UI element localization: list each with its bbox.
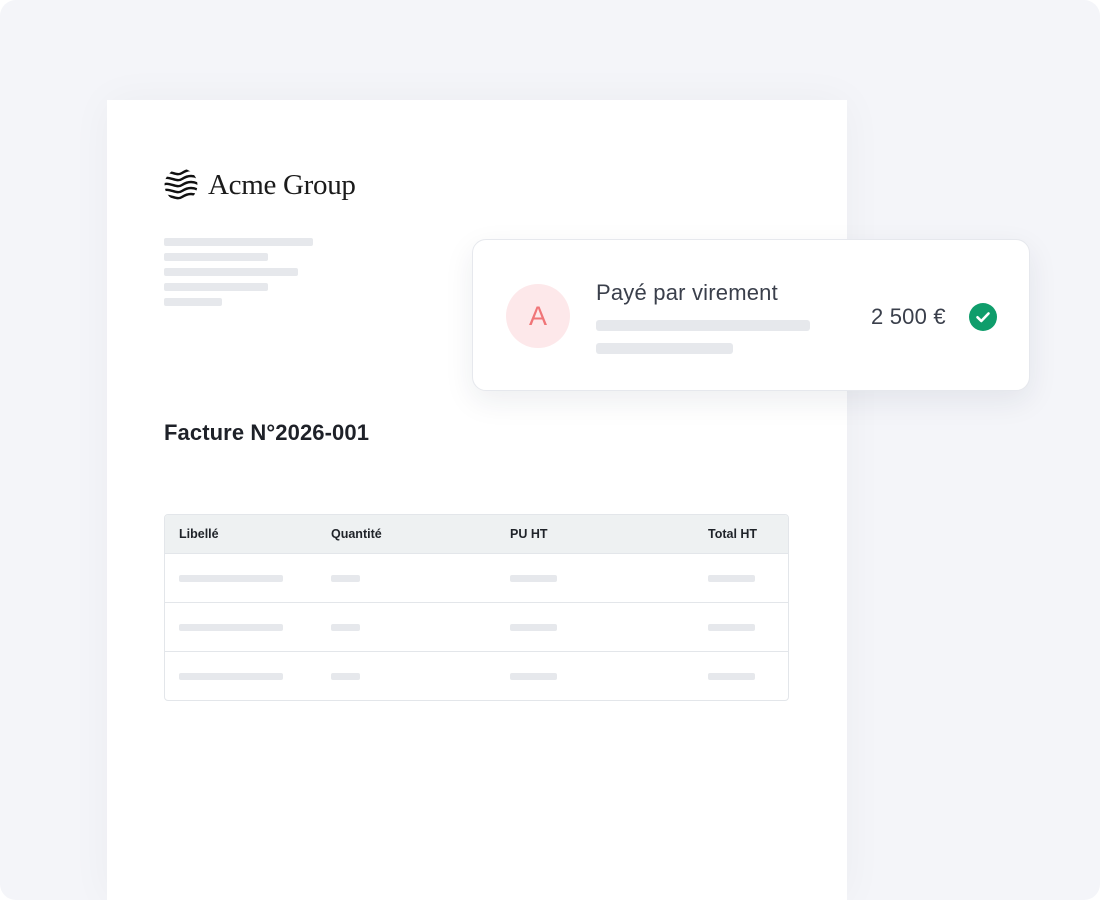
payment-method-label: Payé par virement xyxy=(596,280,778,305)
wave-stripes-icon xyxy=(164,168,198,200)
cell-placeholder xyxy=(510,624,557,631)
cell-placeholder xyxy=(708,624,755,631)
address-line xyxy=(164,283,268,291)
cell-placeholder xyxy=(179,575,283,582)
column-header-unit-price: PU HT xyxy=(510,527,548,541)
column-header-total: Total HT xyxy=(708,527,758,541)
cell-placeholder xyxy=(179,673,283,680)
avatar: A xyxy=(506,284,570,348)
cell-placeholder xyxy=(708,575,755,582)
invoice-title: Facture N°2026-001 xyxy=(164,420,370,445)
invoice-document: Acme Group Facture N°2026-001 Libellé Qu… xyxy=(107,100,847,900)
address-line xyxy=(164,268,298,276)
check-circle-icon xyxy=(969,303,997,331)
cell-placeholder xyxy=(179,624,283,631)
cell-placeholder xyxy=(331,575,360,582)
stage-background: Acme Group Facture N°2026-001 Libellé Qu… xyxy=(0,0,1100,900)
invoice-table: Libellé Quantité PU HT Total HT xyxy=(164,514,789,701)
payment-detail-placeholder xyxy=(596,320,810,331)
cell-placeholder xyxy=(708,673,755,680)
cell-placeholder xyxy=(510,673,557,680)
address-line xyxy=(164,298,222,306)
address-line xyxy=(164,238,313,246)
payment-detail-placeholder xyxy=(596,343,733,354)
payment-notification-card[interactable]: A Payé par virement 2 500 € xyxy=(472,239,1030,391)
address-line xyxy=(164,253,268,261)
table-row xyxy=(165,603,788,652)
payment-amount: 2 500 € xyxy=(871,304,946,329)
brand-logo: Acme Group xyxy=(164,168,356,202)
cell-placeholder xyxy=(331,673,360,680)
sender-address-placeholder xyxy=(164,238,313,313)
cell-placeholder xyxy=(510,575,557,582)
column-header-label: Libellé xyxy=(179,527,219,541)
brand-name: Acme Group xyxy=(208,168,356,201)
table-header: Libellé Quantité PU HT Total HT xyxy=(165,515,788,554)
column-header-quantity: Quantité xyxy=(331,527,382,541)
cell-placeholder xyxy=(331,624,360,631)
table-row xyxy=(165,554,788,603)
table-row xyxy=(165,652,788,700)
